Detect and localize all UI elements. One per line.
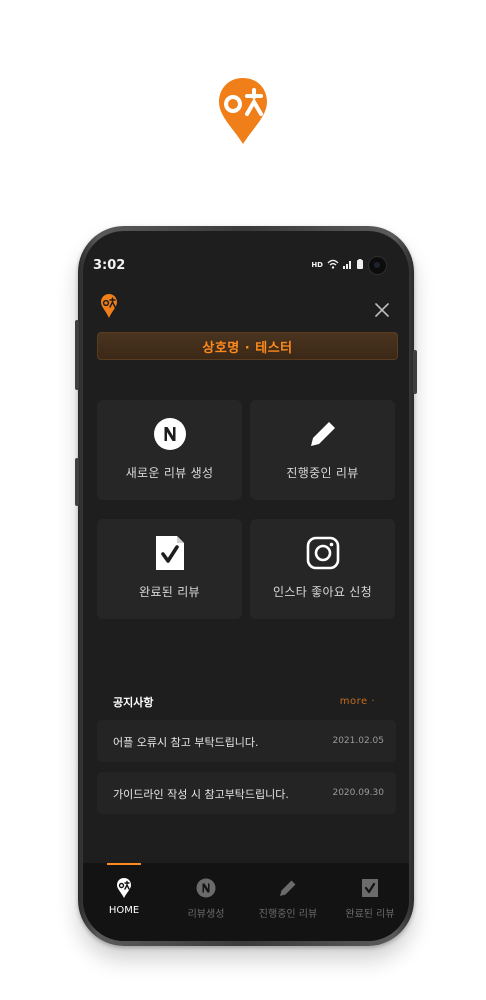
nav-label: HOME: [108, 905, 140, 916]
status-bar: 3:02 HD: [83, 231, 409, 275]
notice-more-link[interactable]: more ·: [340, 696, 375, 707]
notice-date: 2021.02.05: [332, 736, 384, 746]
instagram-icon: [306, 536, 339, 570]
notice-item[interactable]: 어플 오류시 참고 부탁드립니다. 2021.02.05: [97, 720, 396, 762]
pencil-icon: [280, 880, 296, 896]
front-camera: [368, 256, 387, 275]
status-time: 3:02: [93, 258, 126, 273]
bottom-navigation: HOME 리뷰생성 진행중인 리뷰 완료된 리뷰: [83, 863, 409, 941]
nav-home[interactable]: HOME: [83, 863, 165, 941]
naver-n-icon: [196, 878, 216, 898]
tile-label: 진행중인 리뷰: [286, 466, 359, 480]
nav-in-progress-review[interactable]: 진행중인 리뷰: [247, 863, 329, 941]
pencil-icon: [310, 422, 335, 446]
tile-in-progress-review[interactable]: 진행중인 리뷰: [250, 400, 395, 500]
volume-button: [75, 320, 79, 390]
store-name-banner: 상호명 · 테스터: [97, 332, 398, 360]
nav-review-create[interactable]: 리뷰생성: [165, 863, 247, 941]
tile-instagram-like[interactable]: 인스타 좋아요 신청: [250, 519, 395, 619]
nav-active-indicator: [107, 863, 141, 865]
store-name: 상호명 · 테스터: [202, 340, 293, 356]
nav-label: 완료된 리뷰: [345, 909, 395, 920]
nav-label: 리뷰생성: [187, 909, 225, 920]
app-screen: 3:02 HD 상호명 · 테스터 새로운 리뷰 생성 진행중인 리뷰 완료된 …: [83, 231, 409, 941]
checked-document-icon: [362, 879, 378, 897]
signal-icon: [343, 261, 351, 269]
notice-item[interactable]: 가이드라인 작성 시 참고부탁드립니다. 2020.09.30: [97, 772, 396, 814]
app-logo-icon[interactable]: [100, 293, 118, 319]
brand-logo-icon: [219, 78, 267, 144]
notice-title: 공지사항: [113, 696, 154, 709]
notice-date: 2020.09.30: [332, 788, 384, 798]
close-icon[interactable]: [375, 303, 389, 317]
tile-label: 완료된 리뷰: [139, 585, 200, 599]
nav-completed-review[interactable]: 완료된 리뷰: [329, 863, 409, 941]
notice-text: 어플 오류시 참고 부탁드립니다.: [113, 736, 259, 749]
notice-text: 가이드라인 작성 시 참고부탁드립니다.: [113, 788, 289, 801]
battery-icon: [357, 259, 363, 269]
hd-label: HD: [311, 261, 323, 269]
wifi-icon: [327, 259, 339, 269]
tile-label: 새로운 리뷰 생성: [125, 466, 214, 480]
nav-label: 진행중인 리뷰: [258, 909, 318, 920]
checked-document-icon: [155, 536, 184, 570]
power-button: [413, 350, 417, 394]
tile-new-review[interactable]: 새로운 리뷰 생성: [97, 400, 242, 500]
bixby-button: [75, 458, 79, 506]
naver-n-icon: [153, 418, 186, 450]
tile-label: 인스타 좋아요 신청: [273, 585, 372, 599]
home-pin-icon: [117, 878, 131, 898]
phone-frame: 3:02 HD 상호명 · 테스터 새로운 리뷰 생성 진행중인 리뷰 완료된 …: [75, 226, 417, 946]
status-icons: HD: [311, 259, 363, 269]
tile-completed-review[interactable]: 완료된 리뷰: [97, 519, 242, 619]
